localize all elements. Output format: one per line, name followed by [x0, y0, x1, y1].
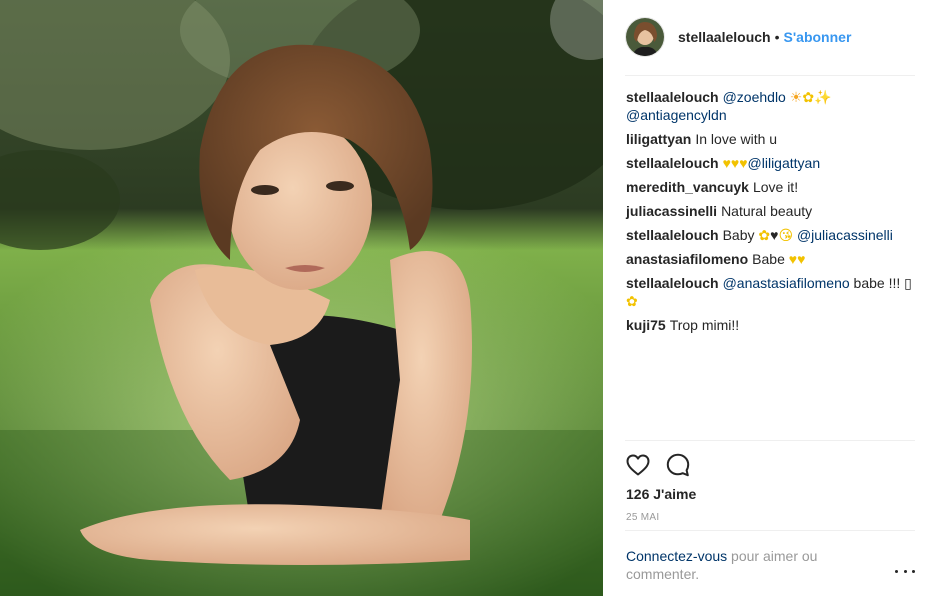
login-link[interactable]: Connectez-vous [626, 548, 727, 564]
comment-emoji: ✿ [802, 89, 815, 105]
comment-item: meredith_vancuyk Love it! [626, 178, 914, 196]
comment-emoji: ☀ [789, 89, 803, 105]
comment-item: stellaalelouch ♥♥♥@liligattyan [626, 154, 914, 172]
comment-text: Love it! [752, 179, 799, 195]
comment-item: stellaalelouch @zoehdlo ☀✿✨ @antiagencyld… [626, 88, 914, 124]
comment-mention[interactable]: @antiagencyldn [626, 107, 727, 123]
comment-author[interactable]: liligattyan [626, 131, 691, 147]
login-prompt: Connectez-vous pour aimer ou commenter. [626, 547, 856, 583]
comment-mention[interactable]: @liligattyan [748, 155, 821, 171]
comment-author[interactable]: stellaalelouch [626, 89, 719, 105]
comment-author[interactable]: stellaalelouch [626, 155, 719, 171]
comment-author[interactable]: stellaalelouch [626, 275, 719, 291]
comment-text: Natural beauty [721, 203, 813, 219]
follow-button[interactable]: S'abonner [784, 29, 852, 45]
header-separator: • [774, 29, 780, 45]
comment-emoji: ♥♥ [788, 251, 806, 267]
comment-bubble-icon[interactable] [665, 452, 691, 478]
comment-text: Trop mimi!! [669, 317, 740, 333]
comment-author[interactable]: stellaalelouch [626, 227, 719, 243]
comment-emoji: ✨ [814, 89, 832, 105]
comment-item: stellaalelouch Baby ✿♥😘 @juliacassinelli [626, 226, 914, 244]
comment-item: kuji75 Trop mimi!! [626, 316, 914, 334]
comment-text: In love with u [695, 131, 778, 147]
comment-author[interactable]: anastasiafilomeno [626, 251, 748, 267]
comment-mention[interactable]: @anastasiafilomeno [723, 275, 850, 291]
actions-divider [625, 440, 915, 441]
comment-author[interactable]: kuji75 [626, 317, 666, 333]
author-username[interactable]: stellaalelouch [678, 29, 771, 45]
comment-item: stellaalelouch @anastasiafilomeno babe !!… [626, 274, 914, 310]
more-dot [912, 569, 915, 573]
comment-item: anastasiafilomeno Babe ♥♥ [626, 250, 914, 268]
portrait-photo-image [0, 0, 603, 596]
more-dot [895, 569, 898, 573]
avatar-image [626, 18, 664, 56]
comment-mention[interactable]: @juliacassinelli [797, 227, 893, 243]
comment-author[interactable]: juliacassinelli [626, 203, 717, 219]
comment-text: Babe [752, 251, 789, 267]
header-divider [625, 75, 915, 76]
likes-count[interactable]: 126 J'aime [626, 486, 696, 502]
comment-emoji: ✿ [626, 293, 638, 309]
more-dot [903, 569, 907, 573]
comment-mention[interactable]: @zoehdlo [723, 89, 786, 105]
post-header: stellaalelouch • S'abonner [625, 16, 913, 58]
comment-emoji: ✿ [758, 227, 771, 243]
more-options-icon[interactable] [895, 563, 915, 579]
post-side-panel: stellaalelouch • S'abonner stellaalelouc… [603, 0, 934, 596]
heart-outline-icon[interactable] [625, 452, 651, 478]
comments-list: stellaalelouch @zoehdlo ☀✿✨ @antiagencyld… [626, 88, 914, 340]
post-actions [625, 452, 705, 478]
comment-item: juliacassinelli Natural beauty [626, 202, 914, 220]
post-photo[interactable] [0, 0, 603, 596]
comment-text: Baby [722, 227, 759, 243]
comment-item: liligattyan In love with u [626, 130, 914, 148]
comment-author[interactable]: meredith_vancuyk [626, 179, 749, 195]
post-date: 25 MAI [626, 512, 660, 523]
instagram-post-view: stellaalelouch • S'abonner stellaalelouc… [0, 0, 934, 596]
comment-emoji: 😘 [778, 227, 794, 243]
author-avatar[interactable] [625, 17, 665, 57]
comment-emoji: ♥♥♥ [722, 155, 748, 171]
comment-text: babe !!! ▯ [849, 275, 912, 291]
footer-divider [625, 530, 915, 531]
